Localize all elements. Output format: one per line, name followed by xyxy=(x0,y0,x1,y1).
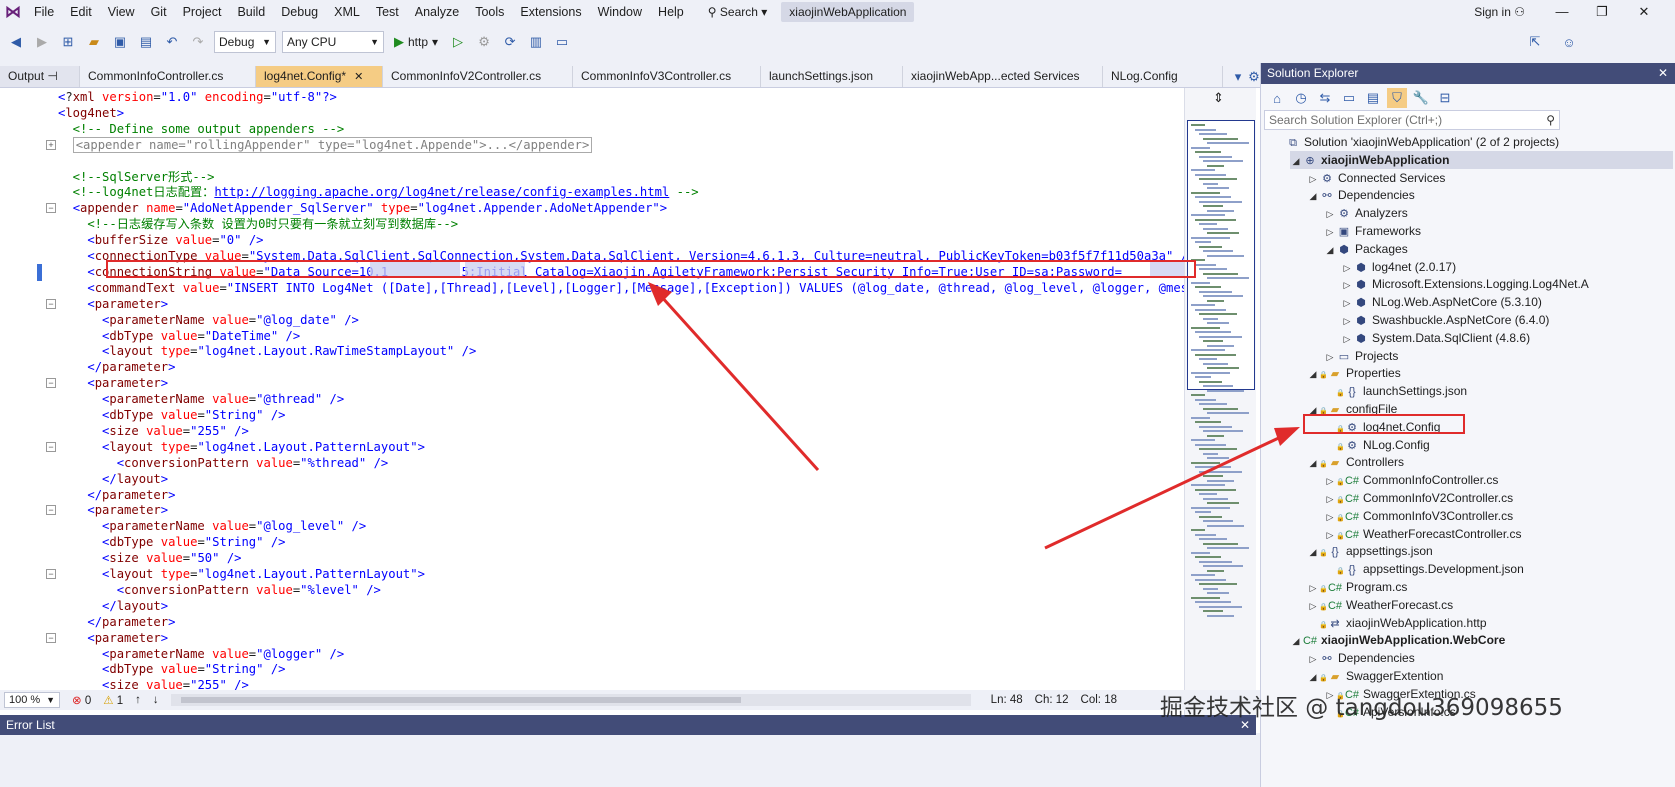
annotation-arrowhead-explorer xyxy=(1274,427,1300,446)
annotation-arrow-explorer xyxy=(1044,433,1286,550)
watermark: 掘金技术社区 @ tangdou369098655 xyxy=(1160,695,1563,721)
annotation-arrow-editor xyxy=(658,293,820,472)
annotation-arrows xyxy=(648,282,1300,550)
